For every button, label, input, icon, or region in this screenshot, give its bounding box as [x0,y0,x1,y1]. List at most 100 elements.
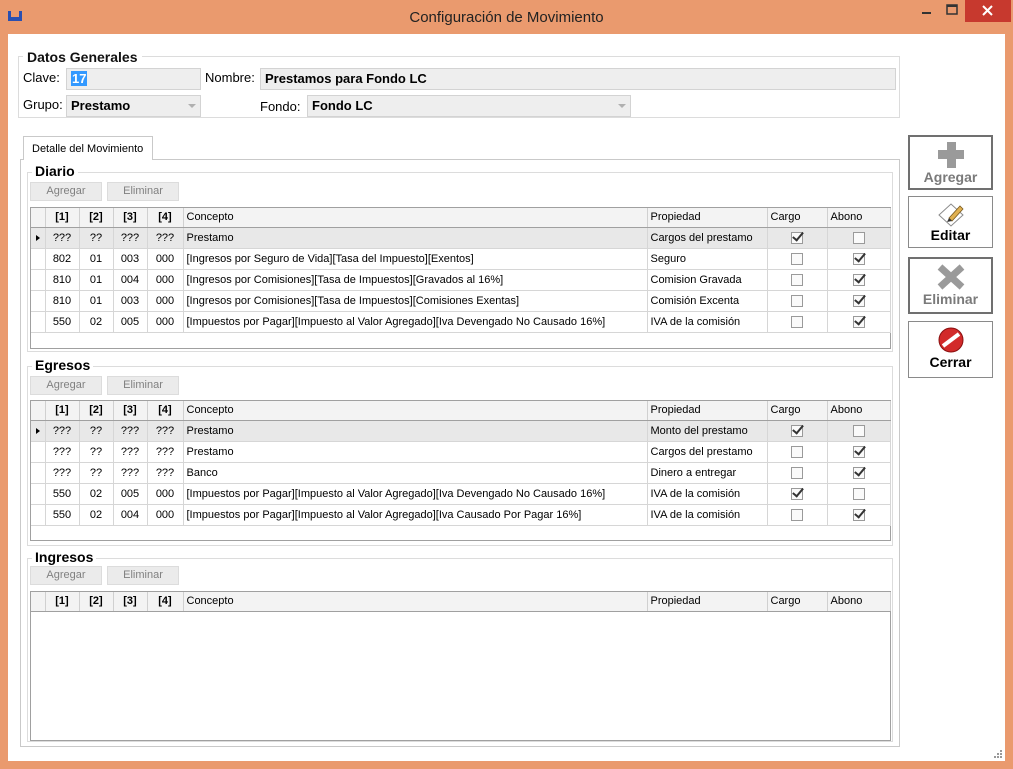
cargo-checkbox[interactable] [791,315,803,328]
column-header[interactable]: Cargo [767,401,828,421]
concepto-cell[interactable]: Banco [183,462,648,484]
column-header[interactable]: Abono [827,592,891,612]
diario-agregar-button[interactable]: Agregar [30,182,102,201]
column-header[interactable]: [2] [79,401,114,421]
table-row[interactable]: 802 01 003 000 [Ingresos por Seguro de Vida]… [31,248,891,270]
egresos-eliminar-button[interactable]: Eliminar [107,376,179,395]
account-code-cell[interactable]: ?? [79,227,114,249]
account-code-cell[interactable]: 000 [147,269,184,291]
concepto-cell[interactable]: [Impuestos por Pagar][Impuesto al Valor … [183,311,648,333]
column-header[interactable]: Abono [827,401,891,421]
propiedad-cell[interactable]: IVA de la comisión [647,311,768,333]
diario-eliminar-button[interactable]: Eliminar [107,182,179,201]
column-header[interactable]: [4] [147,401,184,421]
account-code-cell[interactable]: 000 [147,290,184,312]
egresos-agregar-button[interactable]: Agregar [30,376,102,395]
propiedad-cell[interactable]: Dinero a entregar [647,462,768,484]
column-header[interactable]: Concepto [183,401,648,421]
row-indicator[interactable] [31,248,46,270]
side-editar-button[interactable]: Editar [908,196,993,248]
row-indicator[interactable] [31,311,46,333]
abono-checkbox[interactable] [852,273,865,286]
account-code-cell[interactable]: ??? [147,462,184,484]
abono-checkbox[interactable] [852,252,865,265]
row-indicator[interactable] [31,269,46,291]
row-indicator[interactable] [31,483,46,505]
account-code-cell[interactable]: ??? [113,462,148,484]
account-code-cell[interactable]: ?? [79,420,114,442]
cargo-checkbox[interactable] [791,466,803,479]
account-code-cell[interactable]: 000 [147,248,184,270]
propiedad-cell[interactable]: Seguro [647,248,768,270]
propiedad-cell[interactable]: Cargos del prestamo [647,441,768,463]
account-code-cell[interactable]: ??? [147,227,184,249]
column-header[interactable]: [3] [113,401,148,421]
column-header[interactable]: Abono [827,208,891,228]
column-header[interactable]: Concepto [183,592,648,612]
abono-checkbox[interactable] [852,424,865,437]
table-row[interactable]: ??????????? Banco Dinero a entregar [31,462,891,484]
account-code-cell[interactable]: 01 [79,290,114,312]
ingresos-grid[interactable]: [1] [2] [3] [4] Concepto Propiedad Cargo Abono [30,591,891,741]
side-cerrar-button[interactable]: Cerrar [908,321,993,378]
concepto-cell[interactable]: [Impuestos por Pagar][Impuesto al Valor … [183,483,648,505]
account-code-cell[interactable]: 550 [45,311,80,333]
column-header[interactable]: [2] [79,208,114,228]
grupo-select[interactable]: Prestamo [66,95,201,117]
column-header[interactable]: Propiedad [647,401,768,421]
table-row[interactable]: 550 02 004 000 [Impuestos por Pagar][Impuest… [31,504,891,526]
minimize-button[interactable] [913,0,939,22]
abono-checkbox[interactable] [852,315,865,328]
column-header[interactable]: [3] [113,592,148,612]
resize-grip-icon[interactable] [993,749,1003,759]
account-code-cell[interactable]: ??? [147,441,184,463]
cargo-checkbox[interactable] [791,445,803,458]
column-header[interactable]: [1] [45,592,80,612]
cargo-checkbox[interactable] [791,508,803,521]
column-header[interactable]: [3] [113,208,148,228]
diario-grid[interactable]: [1] [2] [3] [4] Concepto Propiedad Cargo Abono?… [30,207,891,349]
ingresos-eliminar-button[interactable]: Eliminar [107,566,179,585]
account-code-cell[interactable]: 02 [79,483,114,505]
table-row[interactable]: 550 02 005 000 [Impuestos por Pagar][Impuest… [31,483,891,505]
cargo-checkbox[interactable] [791,294,803,307]
abono-checkbox[interactable] [852,294,865,307]
account-code-cell[interactable]: ??? [45,420,80,442]
account-code-cell[interactable]: ??? [45,462,80,484]
maximize-button[interactable] [939,0,965,22]
abono-checkbox[interactable] [852,508,865,521]
column-header[interactable]: Concepto [183,208,648,228]
concepto-cell[interactable]: [Ingresos por Comisiones][Tasa de Impues… [183,290,648,312]
account-code-cell[interactable]: 810 [45,290,80,312]
account-code-cell[interactable]: 000 [147,483,184,505]
row-indicator[interactable] [31,420,46,442]
table-row[interactable]: 810 01 004 000 [Ingresos por Comisiones][Tas… [31,269,891,291]
nombre-input[interactable]: Prestamos para Fondo LC [260,68,896,90]
account-code-cell[interactable]: 000 [147,311,184,333]
row-indicator[interactable] [31,441,46,463]
concepto-cell[interactable]: Prestamo [183,227,648,249]
tab-detalle-movimiento[interactable]: Detalle del Movimiento [23,136,153,160]
account-code-cell[interactable]: ??? [147,420,184,442]
account-code-cell[interactable]: ??? [45,441,80,463]
side-agregar-button[interactable]: Agregar [908,135,993,190]
cargo-checkbox[interactable] [791,252,803,265]
account-code-cell[interactable]: 004 [113,504,148,526]
row-indicator[interactable] [31,290,46,312]
concepto-cell[interactable]: [Ingresos por Seguro de Vida][Tasa del I… [183,248,648,270]
account-code-cell[interactable]: 810 [45,269,80,291]
account-code-cell[interactable]: 802 [45,248,80,270]
column-header[interactable]: [1] [45,401,80,421]
cargo-checkbox[interactable] [791,424,803,437]
table-row[interactable]: 550 02 005 000 [Impuestos por Pagar][Impuest… [31,311,891,333]
column-header[interactable]: Propiedad [647,592,768,612]
table-row[interactable]: ??????????? Prestamo Cargos del prestamo [31,441,891,463]
egresos-grid[interactable]: [1] [2] [3] [4] Concepto Propiedad Cargo Abono?… [30,400,891,541]
propiedad-cell[interactable]: Cargos del prestamo [647,227,768,249]
concepto-cell[interactable]: [Impuestos por Pagar][Impuesto al Valor … [183,504,648,526]
concepto-cell[interactable]: Prestamo [183,420,648,442]
account-code-cell[interactable]: 003 [113,248,148,270]
account-code-cell[interactable]: ?? [79,462,114,484]
account-code-cell[interactable]: 004 [113,269,148,291]
cargo-checkbox[interactable] [791,231,803,244]
